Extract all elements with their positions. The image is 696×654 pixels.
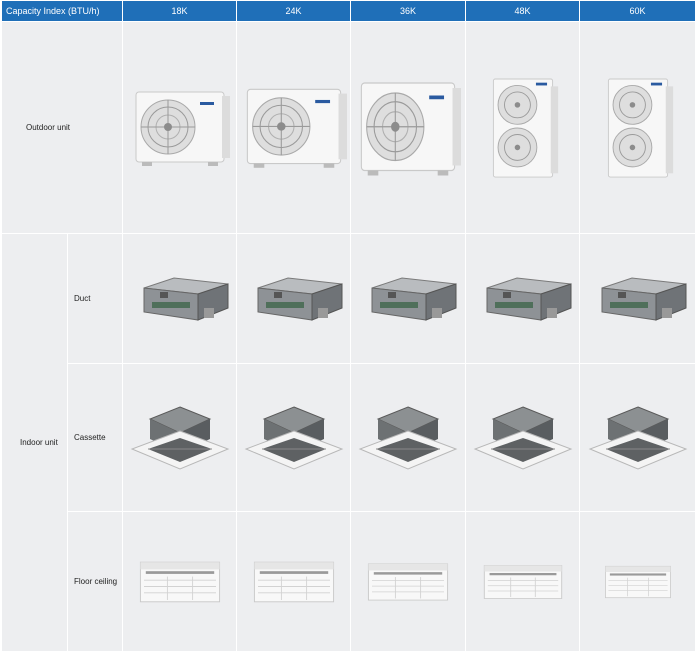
- outdoor-unit-18k-cell: [122, 21, 238, 234]
- duct-unit-image: [371, 277, 457, 320]
- cassette-24k-cell: [236, 363, 352, 512]
- floor-ceiling-60k-cell: [579, 511, 696, 652]
- cassette-unit-image: [359, 406, 457, 469]
- cassette-18k-cell: [122, 363, 238, 512]
- cassette-row: Cassette: [2, 363, 696, 512]
- capacity-24k-header: 24K: [236, 0, 352, 22]
- outdoor-unit-row: Outdoor unit: [0, 21, 696, 234]
- floor-ceiling-36k-cell: [350, 511, 467, 652]
- floor-ceiling-row: Floor ceiling: [2, 511, 696, 652]
- duct-18k-cell: [122, 233, 238, 364]
- cassette-unit-image: [474, 406, 572, 469]
- header-row: Capacity Index (BTU/h) 18K 24K 36K 48K 6…: [0, 0, 696, 22]
- outdoor-unit-label: Outdoor unit: [0, 21, 124, 234]
- outdoor-unit-image: [492, 78, 559, 177]
- cassette-48k-cell: [465, 363, 581, 512]
- outdoor-unit-image: [135, 91, 230, 166]
- outdoor-unit-image: [607, 78, 674, 177]
- outdoor-unit-image: [360, 81, 462, 176]
- duct-48k-cell: [465, 233, 581, 364]
- floor-ceiling-unit-image: [253, 561, 334, 602]
- floor-ceiling-unit-image: [367, 562, 449, 601]
- duct-24k-cell: [236, 233, 352, 364]
- product-matrix-table: Capacity Index (BTU/h) 18K 24K 36K 48K 6…: [0, 0, 696, 652]
- duct-row: Indoor unit Duct: [1, 233, 696, 652]
- duct-60k-cell: [579, 233, 696, 364]
- cassette-unit-image: [589, 406, 687, 469]
- outdoor-unit-image: [246, 88, 347, 169]
- outdoor-unit-48k-cell: [465, 21, 581, 234]
- outdoor-unit-24k-cell: [236, 21, 352, 234]
- floor-ceiling-24k-cell: [236, 511, 352, 652]
- capacity-18k-header: 18K: [122, 0, 238, 22]
- capacity-36k-header: 36K: [350, 0, 467, 22]
- duct-unit-image: [601, 277, 687, 320]
- capacity-index-header: Capacity Index (BTU/h): [0, 0, 124, 22]
- floor-ceiling-18k-cell: [122, 511, 238, 652]
- duct-label: Duct: [66, 233, 124, 364]
- floor-ceiling-label: Floor ceiling: [66, 511, 124, 652]
- duct-unit-image: [257, 277, 343, 320]
- cassette-unit-image: [131, 406, 229, 469]
- duct-36k-cell: [350, 233, 467, 364]
- indoor-unit-label: Indoor unit: [1, 233, 68, 652]
- floor-ceiling-unit-image: [604, 565, 671, 598]
- cassette-unit-image: [245, 406, 343, 469]
- outdoor-unit-60k-cell: [579, 21, 696, 234]
- cassette-label: Cassette: [66, 363, 124, 512]
- capacity-60k-header: 60K: [579, 0, 696, 22]
- floor-ceiling-48k-cell: [465, 511, 581, 652]
- duct-unit-image: [486, 277, 572, 320]
- floor-ceiling-unit-image: [483, 564, 562, 599]
- floor-ceiling-unit-image: [139, 561, 220, 602]
- duct-unit-image: [143, 277, 229, 320]
- cassette-36k-cell: [350, 363, 467, 512]
- capacity-48k-header: 48K: [465, 0, 581, 22]
- cassette-60k-cell: [579, 363, 696, 512]
- outdoor-unit-36k-cell: [350, 21, 467, 234]
